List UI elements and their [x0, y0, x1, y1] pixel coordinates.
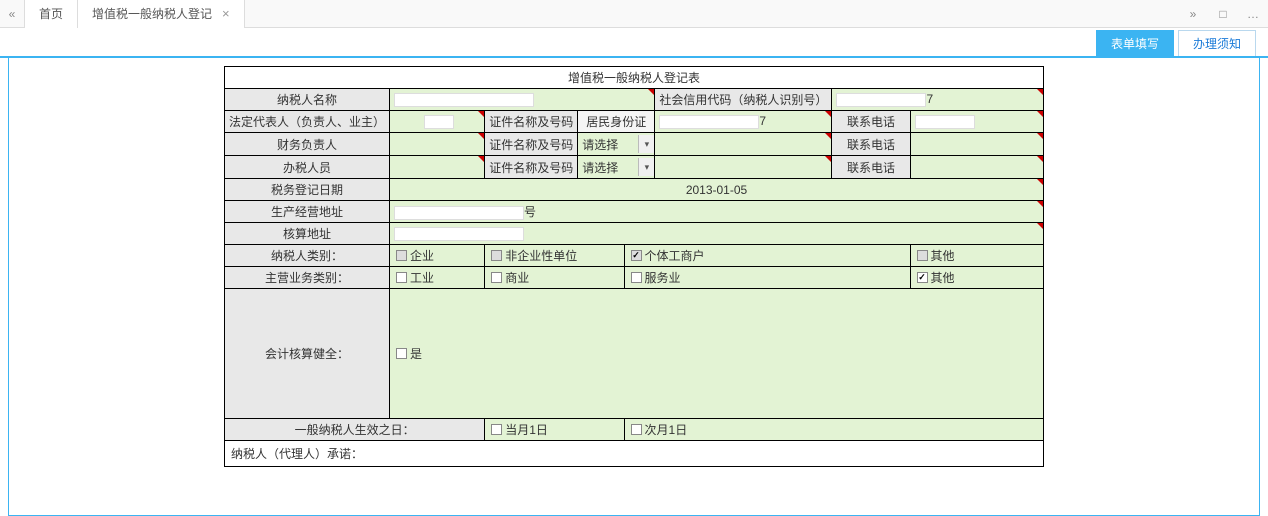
label-credit-code: 社会信用代码（纳税人识别号）: [655, 89, 832, 111]
label-promise: 纳税人（代理人）承诺：: [225, 441, 1044, 467]
subtab-form-fill[interactable]: 表单填写: [1096, 30, 1174, 56]
redacted-text: [836, 93, 926, 107]
input-phone-3[interactable]: [910, 156, 1044, 179]
chk-service[interactable]: 服务业: [624, 267, 910, 289]
chevron-down-icon: ▾: [638, 158, 654, 176]
label-phone-2: 联系电话: [832, 133, 910, 156]
form-content-scroll[interactable]: 增值税一般纳税人登记表 纳税人名称 社会信用代码（纳税人识别号） 7 法定代表人…: [8, 58, 1260, 516]
label-taxpayer-name: 纳税人名称: [225, 89, 390, 111]
checkbox-icon: [917, 272, 928, 283]
tab-label: 增值税一般纳税人登记: [92, 0, 212, 28]
label-taxpayer-type: 纳税人类别：: [225, 245, 390, 267]
label-cert-3: 证件名称及号码: [485, 156, 578, 179]
sub-tabs: 表单填写 办理须知: [0, 28, 1268, 58]
chk-other-biz[interactable]: 其他: [910, 267, 1044, 289]
label-phone-3: 联系电话: [832, 156, 910, 179]
redacted-text: [915, 115, 975, 129]
redacted-text: [424, 115, 454, 129]
input-handler[interactable]: [390, 156, 485, 179]
subtab-instructions[interactable]: 办理须知: [1178, 30, 1256, 56]
input-phone-2[interactable]: [910, 133, 1044, 156]
chevron-down-icon: ▾: [638, 135, 654, 153]
input-cert-no-3[interactable]: [655, 156, 832, 179]
tab-registration[interactable]: 增值税一般纳税人登记 ×: [78, 0, 245, 28]
cell-phone-1: [910, 111, 1044, 133]
tab-home[interactable]: 首页: [24, 0, 78, 28]
label-acct-sound: 会计核算健全：: [225, 289, 390, 419]
cell-tax-reg-date: 2013-01-05: [390, 179, 1044, 201]
chk-non-enterprise[interactable]: 非企业性单位: [485, 245, 624, 267]
cell-biz-address: 号: [390, 201, 1044, 223]
chk-individual[interactable]: 个体工商户: [624, 245, 910, 267]
input-cert-no-2[interactable]: [655, 133, 832, 156]
checkbox-icon: [631, 424, 642, 435]
checkbox-icon: [491, 424, 502, 435]
select-cert-type-3[interactable]: 请选择▾: [578, 156, 655, 179]
label-handler: 办税人员: [225, 156, 390, 179]
checkbox-icon: [396, 348, 407, 359]
chk-commerce[interactable]: 商业: [485, 267, 624, 289]
chk-this-month[interactable]: 当月1日: [485, 419, 624, 441]
finance-head-input[interactable]: [394, 135, 480, 153]
redacted-text: [659, 115, 759, 129]
checkbox-icon: [631, 272, 642, 283]
label-tax-reg-date: 税务登记日期: [225, 179, 390, 201]
maximize-icon[interactable]: □: [1208, 0, 1238, 28]
nav-prev-icon[interactable]: «: [0, 0, 24, 28]
redacted-text: [394, 206, 524, 220]
label-finance-head: 财务负责人: [225, 133, 390, 156]
chk-other-type[interactable]: 其他: [910, 245, 1044, 267]
chk-enterprise[interactable]: 企业: [390, 245, 485, 267]
label-cert-2: 证件名称及号码: [485, 133, 578, 156]
chk-acct-sound-yes[interactable]: 是: [390, 289, 1044, 419]
checkbox-icon: [396, 250, 407, 261]
chk-industry[interactable]: 工业: [390, 267, 485, 289]
chk-next-month[interactable]: 次月1日: [624, 419, 1043, 441]
close-icon[interactable]: ×: [222, 0, 230, 28]
checkbox-icon: [491, 250, 502, 261]
checkbox-icon: [631, 250, 642, 261]
cell-resident-id-no: 7: [655, 111, 832, 133]
label-phone-1: 联系电话: [832, 111, 910, 133]
redacted-text: [394, 93, 534, 107]
label-biz-address: 生产经营地址: [225, 201, 390, 223]
registration-form-table: 增值税一般纳税人登记表 纳税人名称 社会信用代码（纳税人识别号） 7 法定代表人…: [224, 66, 1044, 467]
cell-legal-rep: [390, 111, 485, 133]
label-legal-rep: 法定代表人（负责人、业主）: [225, 111, 390, 133]
cell-acct-address: [390, 223, 1044, 245]
tab-label: 首页: [39, 0, 63, 28]
cell-taxpayer-name: [390, 89, 655, 111]
top-bar: « 首页 增值税一般纳税人登记 × » □ …: [0, 0, 1268, 28]
select-cert-type-2[interactable]: 请选择▾: [578, 133, 655, 156]
cell-resident-id-type: 居民身份证: [578, 111, 655, 133]
label-effective-date: 一般纳税人生效之日：: [225, 419, 485, 441]
cell-credit-code: 7: [832, 89, 1044, 111]
form-title: 增值税一般纳税人登记表: [225, 67, 1044, 89]
more-icon[interactable]: …: [1238, 0, 1268, 28]
checkbox-icon: [917, 250, 928, 261]
nav-next-icon[interactable]: »: [1178, 0, 1208, 28]
checkbox-icon: [396, 272, 407, 283]
label-acct-address: 核算地址: [225, 223, 390, 245]
label-cert-1: 证件名称及号码: [485, 111, 578, 133]
redacted-text: [394, 227, 524, 241]
label-main-biz-type: 主营业务类别：: [225, 267, 390, 289]
checkbox-icon: [491, 272, 502, 283]
input-finance-head[interactable]: [390, 133, 485, 156]
